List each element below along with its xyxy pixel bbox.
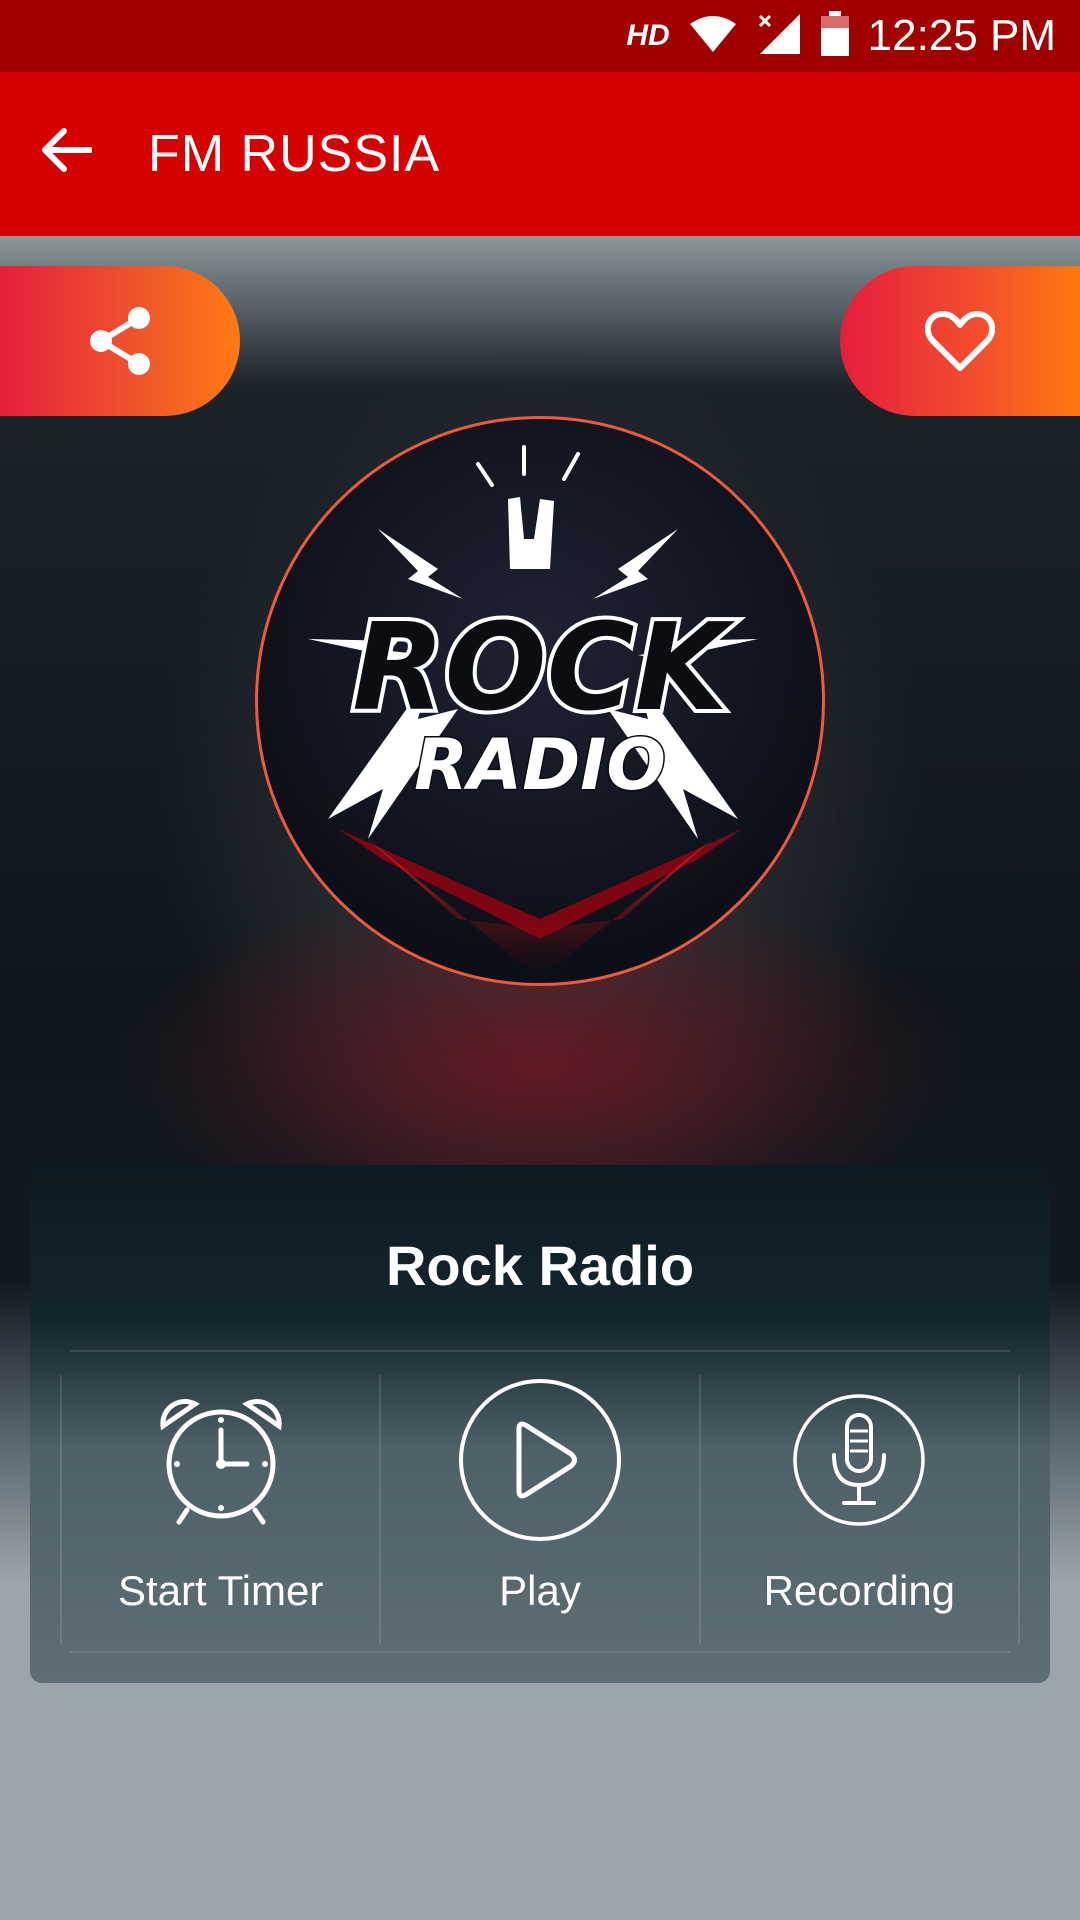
battery-icon <box>820 10 850 62</box>
recording-label: Recording <box>763 1567 956 1614</box>
player-card: Rock Radio Start Timer Play Recording <box>30 1165 1050 1683</box>
status-icons: HD 12:25 PM <box>626 0 1056 72</box>
logo-text-rock: ROCK <box>352 599 735 738</box>
back-button[interactable] <box>36 120 96 180</box>
favorite-button[interactable] <box>840 266 1080 416</box>
player-controls: Start Timer Play Recording <box>60 1375 1020 1645</box>
status-bar: HD 12:25 PM <box>0 0 1080 72</box>
station-logo: ROCK RADIO <box>255 416 825 986</box>
clock: 12:25 PM <box>867 11 1056 60</box>
heart-icon <box>925 311 995 371</box>
rock-radio-logo: ROCK RADIO <box>308 445 758 979</box>
hd-indicator: HD <box>626 19 670 52</box>
play-icon <box>458 1379 621 1541</box>
start-timer-button[interactable]: Start Timer <box>60 1375 379 1645</box>
divider <box>70 1350 1010 1352</box>
share-button[interactable] <box>0 266 240 416</box>
recording-button[interactable]: Recording <box>698 1375 1020 1645</box>
logo-text-radio: RADIO <box>414 724 666 806</box>
share-icon <box>90 307 150 375</box>
play-label: Play <box>499 1567 581 1614</box>
play-button[interactable]: Play <box>379 1375 698 1645</box>
start-timer-label: Start Timer <box>117 1567 324 1614</box>
app-bar: FM RUSSIA <box>0 72 1080 236</box>
alarm-clock-icon <box>160 1399 282 1525</box>
station-name: Rock Radio <box>385 1234 695 1297</box>
divider <box>70 1651 1010 1653</box>
wifi-icon <box>688 14 738 59</box>
back-arrow-icon <box>42 128 92 172</box>
signal-icon <box>756 12 802 61</box>
microphone-icon <box>793 1394 926 1526</box>
page-title: FM RUSSIA <box>148 125 441 183</box>
